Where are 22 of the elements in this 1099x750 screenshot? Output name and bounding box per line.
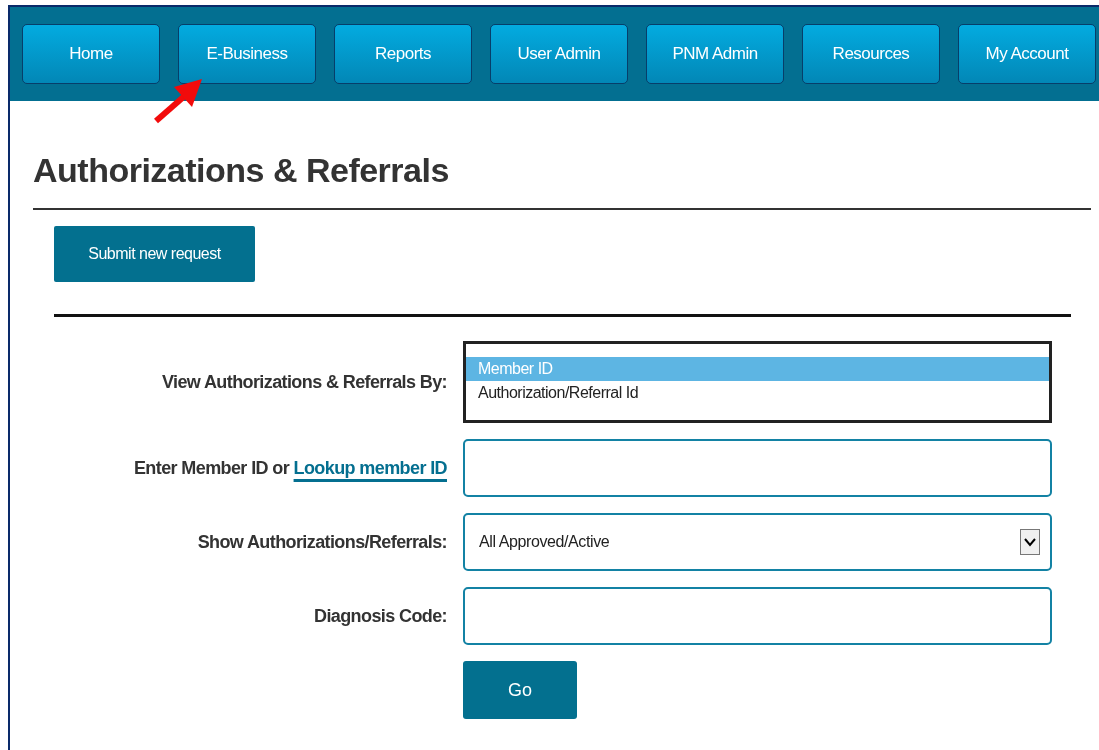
list-option[interactable]: Authorization/Referral Id: [466, 381, 1049, 405]
view-by-label: View Authorizations & Referrals By:: [160, 371, 447, 393]
go-button[interactable]: Go: [463, 661, 577, 719]
nav-button[interactable]: User Admin: [490, 24, 628, 84]
diagnosis-label: Diagnosis Code:: [313, 605, 447, 627]
diagnosis-code-field[interactable]: [463, 587, 1052, 645]
view-by-listbox[interactable]: Member ID Authorization/Referral Id: [463, 341, 1052, 423]
member-id-field[interactable]: [463, 439, 1052, 497]
nav-button[interactable]: Home: [22, 24, 160, 84]
page-title: Authorizations & Referrals: [33, 151, 450, 190]
nav-button[interactable]: Reports: [334, 24, 472, 84]
nav-button[interactable]: PNM Admin: [646, 24, 784, 84]
caret-icon: [1020, 529, 1040, 555]
nav-button[interactable]: E-Business: [178, 24, 316, 84]
nav-button[interactable]: Resources: [802, 24, 940, 84]
show-dropdown[interactable]: All Approved/Active: [463, 513, 1052, 571]
member-id-label: Enter Member ID or: [133, 457, 290, 478]
submit-request-button[interactable]: Submit new request: [54, 226, 255, 282]
show-label: Show Authorizations/Referrals:: [196, 531, 447, 553]
nav-button[interactable]: My Account: [958, 24, 1096, 84]
lookup-member-link[interactable]: Lookup member ID: [293, 457, 447, 478]
list-option[interactable]: Member ID: [466, 357, 1049, 381]
